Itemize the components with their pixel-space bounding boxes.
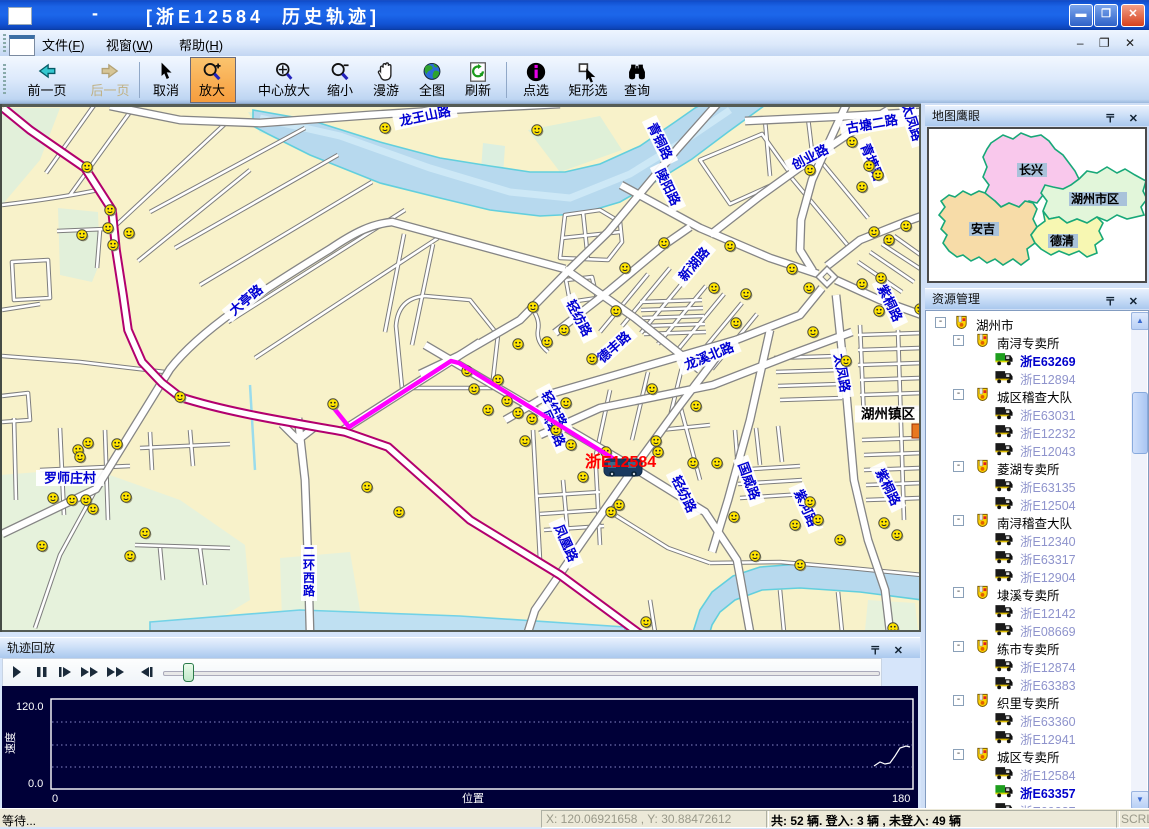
svg-text:浙E12584: 浙E12584 xyxy=(585,452,656,471)
svg-text:湖州市区: 湖州市区 xyxy=(1071,191,1119,206)
svg-text:180: 180 xyxy=(892,793,910,805)
svg-text:二环西路: 二环西路 xyxy=(303,545,316,598)
svg-text:速度: 速度 xyxy=(3,732,17,754)
svg-text:120.0: 120.0 xyxy=(16,701,44,713)
svg-text:罗师庄村: 罗师庄村 xyxy=(44,471,96,486)
svg-text:0: 0 xyxy=(52,793,58,805)
svg-text:安吉: 安吉 xyxy=(971,221,995,236)
svg-text:湖州镇区: 湖州镇区 xyxy=(861,406,915,422)
svg-text:长兴: 长兴 xyxy=(1019,162,1043,177)
svg-text:0.0: 0.0 xyxy=(28,778,43,790)
svg-text:德清: 德清 xyxy=(1050,233,1074,248)
svg-text:位置: 位置 xyxy=(462,791,484,805)
